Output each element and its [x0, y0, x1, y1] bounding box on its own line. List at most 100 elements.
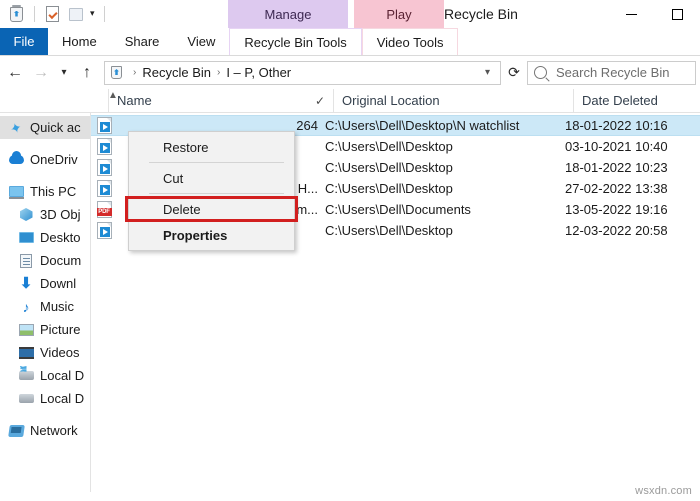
contextual-header-play[interactable]: Play: [354, 0, 444, 28]
cell-date-deleted: 03-10-2021 10:40: [565, 139, 668, 154]
local-disk-icon: [18, 391, 34, 407]
sidebar-item-label: Quick ac: [30, 120, 81, 135]
sidebar-item-docum[interactable]: Docum: [0, 249, 90, 272]
properties-icon[interactable]: [44, 6, 61, 23]
content-area: ✦ Quick ac OneDriv This PC 3D Obj Deskto Docum…: [0, 113, 700, 492]
cell-original-location: C:\Users\Dell\Desktop: [325, 223, 453, 238]
star-icon: ✦: [7, 118, 25, 137]
sidebar-item-label: Docum: [40, 253, 82, 268]
music-icon: ♪: [22, 298, 30, 315]
context-menu: Restore Cut Delete Properties: [125, 131, 298, 251]
recycle-bin-icon: [109, 65, 124, 80]
sidebar-item-network[interactable]: Network: [0, 419, 90, 442]
contextual-tab-headers: Manage Play: [228, 0, 444, 28]
recent-locations-icon[interactable]: ▾: [54, 60, 74, 86]
sidebar-item-this-pc[interactable]: This PC: [0, 180, 90, 203]
videos-icon: [18, 345, 34, 361]
sidebar-item-label: Network: [30, 423, 78, 438]
column-header-name[interactable]: Name ✓: [108, 89, 333, 112]
refresh-button[interactable]: ⟳: [501, 60, 527, 86]
cell-original-location: C:\Users\Dell\Documents: [325, 202, 471, 217]
sidebar-item-videos[interactable]: Videos: [0, 341, 90, 364]
sidebar-item-local-d[interactable]: Local D: [0, 387, 90, 410]
documents-icon: [18, 253, 34, 269]
window-title: Recycle Bin: [444, 6, 518, 22]
folder-icon[interactable]: [67, 6, 84, 23]
sidebar-item-quick-ac[interactable]: ✦ Quick ac: [0, 116, 90, 139]
tab-file[interactable]: File: [0, 28, 48, 55]
navigation-bar: ← → ▾ ↑ › Recycle Bin › I – P, Other ▾ ⟳…: [0, 56, 700, 89]
column-header-original-location[interactable]: Original Location: [333, 89, 573, 112]
search-box[interactable]: Search Recycle Bin: [527, 60, 696, 85]
contextual-header-manage[interactable]: Manage: [228, 0, 348, 28]
column-header-row: Name ✓ Original Location Date Deleted ▲: [0, 89, 700, 113]
address-bar[interactable]: › Recycle Bin › I – P, Other ▾: [104, 60, 501, 85]
column-header-date-deleted-label: Date Deleted: [582, 93, 658, 108]
context-menu-item-properties[interactable]: Properties: [129, 222, 294, 248]
media-file-icon: [91, 180, 115, 197]
quick-access-toolbar: ▾: [0, 0, 108, 28]
cell-date-deleted: 18-01-2022 10:16: [565, 118, 668, 133]
tab-video-tools[interactable]: Video Tools: [361, 28, 459, 55]
sidebar-item-onedriv[interactable]: OneDriv: [0, 148, 90, 171]
breadcrumb-item-current[interactable]: I – P, Other: [226, 65, 291, 80]
context-menu-item-restore[interactable]: Restore: [129, 134, 294, 160]
pictures-icon: [18, 322, 34, 338]
title-bar: ▾ Manage Play Recycle Bin: [0, 0, 700, 28]
sidebar-item-3d-obj[interactable]: 3D Obj: [0, 203, 90, 226]
sidebar-item-label: This PC: [30, 184, 77, 199]
local-disk-windows-icon: [18, 368, 34, 384]
cell-original-location: C:\Users\Dell\Desktop: [325, 139, 453, 154]
context-menu-separator: [149, 162, 284, 163]
sidebar-item-label: Local D: [40, 368, 85, 383]
sidebar-item-picture[interactable]: Picture: [0, 318, 90, 341]
sidebar-item-music[interactable]: ♪ Music: [0, 295, 90, 318]
cell-original-location: C:\Users\Dell\Desktop\N watchlist: [325, 118, 520, 133]
desktop-icon: [18, 230, 34, 246]
cell-original-location: C:\Users\Dell\Desktop: [325, 160, 453, 175]
sidebar-item-label: Music: [40, 299, 74, 314]
tab-share[interactable]: Share: [111, 28, 174, 55]
back-button[interactable]: ←: [2, 60, 28, 86]
recycle-bin-icon[interactable]: [8, 4, 25, 23]
sidebar-item-label: Deskto: [40, 230, 81, 245]
sidebar-item-downl[interactable]: ⬇ Downl: [0, 272, 90, 295]
column-header-spacer: [0, 89, 108, 112]
tab-home[interactable]: Home: [48, 28, 111, 55]
sidebar-item-label: 3D Obj: [40, 207, 81, 222]
chevron-down-icon[interactable]: ▾: [90, 8, 95, 20]
media-file-icon: [91, 138, 115, 155]
chevron-down-icon[interactable]: ▾: [477, 67, 498, 78]
up-button[interactable]: ↑: [74, 60, 100, 86]
cell-date-deleted: 27-02-2022 13:38: [565, 181, 668, 196]
column-header-name-label: Name: [117, 93, 152, 108]
breadcrumb-separator: ›: [133, 67, 137, 78]
sort-ascending-icon: ▲: [108, 90, 118, 101]
maximize-button[interactable]: [654, 0, 700, 28]
sidebar-item-deskto[interactable]: Deskto: [0, 226, 90, 249]
context-menu-item-cut[interactable]: Cut: [129, 165, 294, 191]
tab-view[interactable]: View: [173, 28, 229, 55]
sidebar-item-local-d[interactable]: Local D: [0, 364, 90, 387]
context-menu-item-wrapper: Delete: [125, 196, 298, 222]
pdf-file-icon: [91, 201, 115, 218]
context-menu-item-wrapper: Cut: [129, 165, 294, 191]
media-file-icon: [91, 117, 115, 134]
context-menu-item-wrapper: Restore: [129, 134, 294, 160]
search-input[interactable]: Search Recycle Bin: [556, 65, 669, 80]
sidebar-item-label: Downl: [40, 276, 77, 291]
breadcrumb-separator: ›: [216, 67, 221, 78]
search-icon: [534, 66, 547, 79]
window-controls: [608, 0, 700, 28]
column-header-date-deleted[interactable]: Date Deleted: [573, 89, 700, 112]
toolbar-divider: [34, 6, 35, 22]
context-menu-item-delete[interactable]: Delete: [129, 196, 294, 222]
forward-button[interactable]: →: [28, 60, 54, 86]
tab-recycle-bin-tools[interactable]: Recycle Bin Tools: [229, 28, 362, 55]
breadcrumb-item-recycle-bin[interactable]: Recycle Bin: [142, 65, 211, 80]
minimize-button[interactable]: [608, 0, 654, 28]
column-header-original-location-label: Original Location: [342, 93, 440, 108]
sidebar-item-label: OneDriv: [30, 152, 78, 167]
cell-date-deleted: 12-03-2022 20:58: [565, 223, 668, 238]
